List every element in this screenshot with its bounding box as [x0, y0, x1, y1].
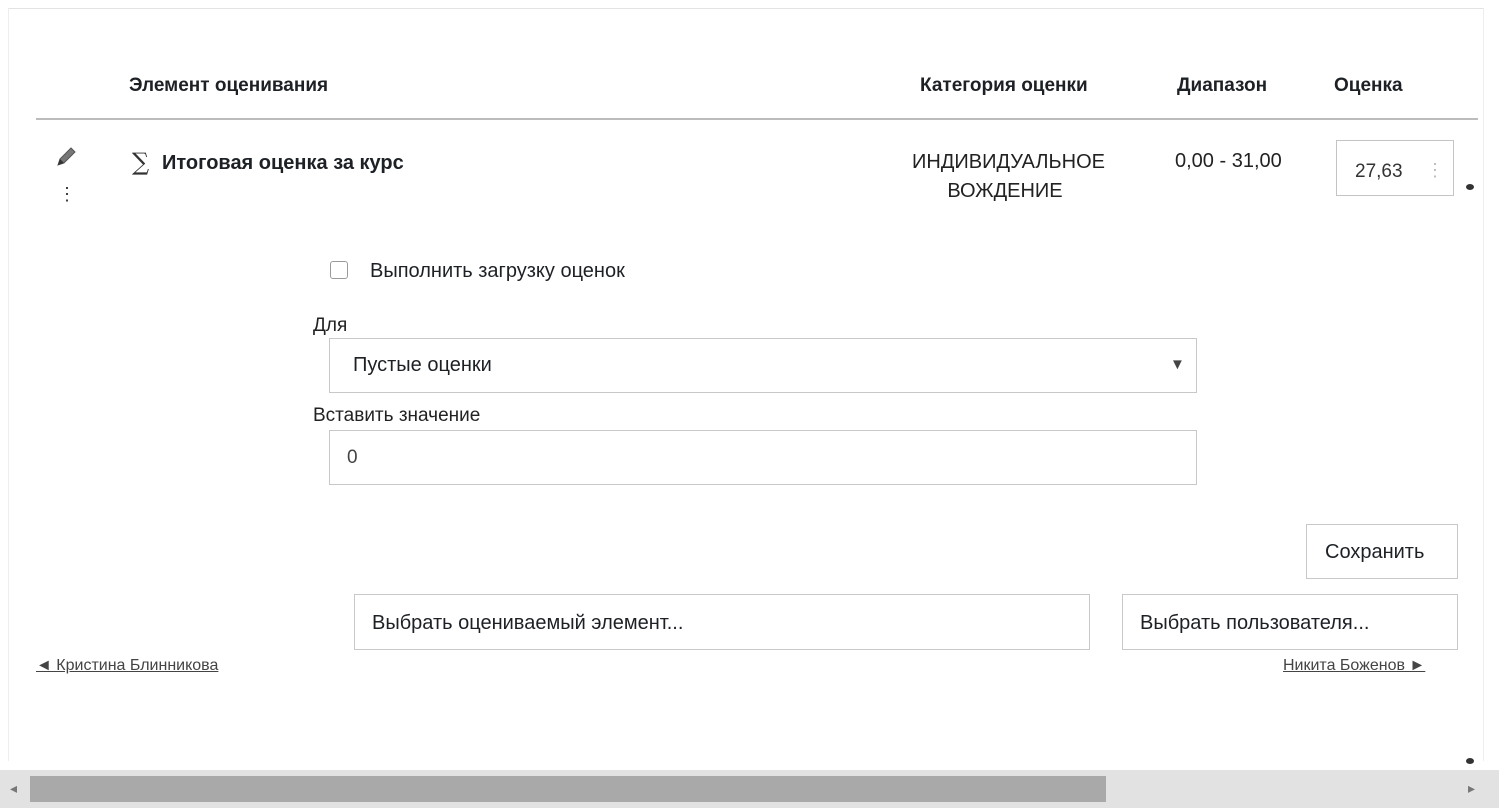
- save-button-label: Сохранить: [1325, 541, 1425, 563]
- grade-range: 0,00 - 31,00: [1175, 150, 1282, 172]
- header-category: Категория оценки: [920, 75, 1088, 96]
- for-label: Для: [313, 315, 348, 336]
- next-user-link[interactable]: Никита Боженов ►: [1283, 657, 1425, 675]
- header-item: Элемент оценивания: [129, 75, 329, 96]
- bulk-insert-label: Выполнить загрузку оценок: [370, 260, 625, 282]
- header-range: Диапазон: [1177, 75, 1268, 96]
- header-divider: [36, 118, 1478, 120]
- scroll-right-arrow-icon[interactable]: ▸: [1468, 780, 1475, 797]
- insert-value-field[interactable]: [329, 430, 1197, 485]
- grade-value: 27,63: [1355, 161, 1403, 182]
- insert-value-text: 0: [347, 447, 358, 468]
- scroll-left-arrow-icon[interactable]: ◂: [10, 780, 17, 797]
- insert-value-label: Вставить значение: [313, 405, 481, 426]
- scan-speck: [1466, 184, 1474, 190]
- sigma-icon: ∑: [132, 148, 150, 176]
- scrollbar-thumb[interactable]: [30, 776, 1106, 802]
- header-grade: Оценка: [1334, 75, 1403, 96]
- grade-item-name: Итоговая оценка за курс: [162, 152, 404, 174]
- grade-category: ИНДИВИДУАЛЬНОЕ ВОЖДЕНИЕ: [912, 151, 1105, 202]
- prev-user-link[interactable]: ◄ Кристина Блинникова: [36, 657, 218, 675]
- chevron-down-icon: ▼: [1170, 356, 1185, 373]
- select-user-label: Выбрать пользователя...: [1140, 612, 1370, 634]
- scan-speck: [1466, 758, 1474, 764]
- select-grade-item-label: Выбрать оцениваемый элемент...: [372, 612, 684, 634]
- for-select-value: Пустые оценки: [353, 354, 492, 376]
- grade-menu-icon[interactable]: ⋮: [1426, 160, 1444, 181]
- kebab-menu-icon[interactable]: ⋮: [58, 184, 76, 205]
- bulk-insert-checkbox[interactable]: [330, 261, 348, 279]
- pencil-icon[interactable]: [54, 146, 80, 168]
